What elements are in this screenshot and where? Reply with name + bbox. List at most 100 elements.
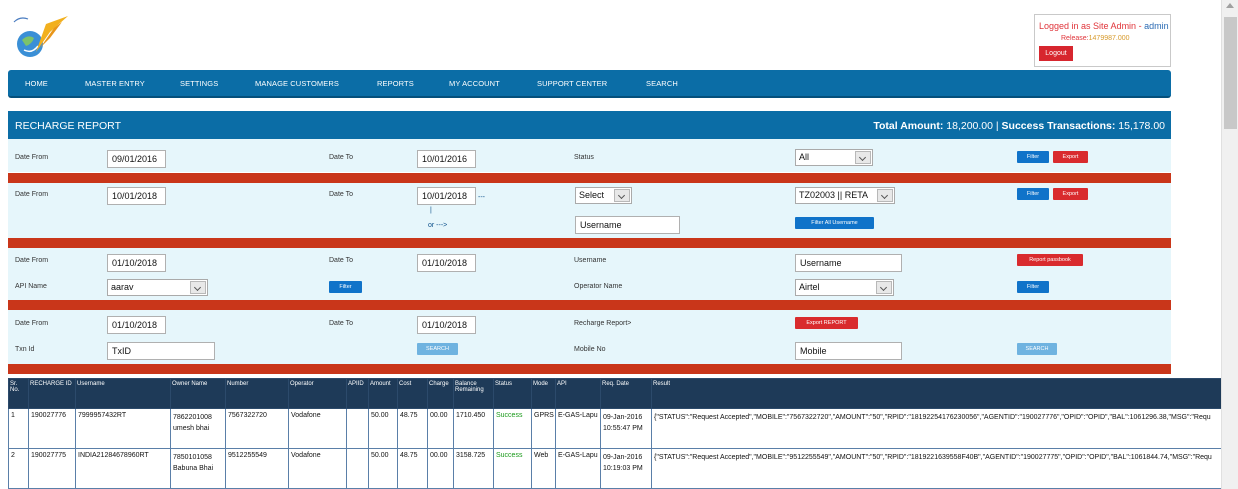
nav-manage-customers[interactable]: MANAGE CUSTOMERS — [255, 79, 339, 88]
user-type-select[interactable]: Select — [575, 187, 632, 204]
filter-all-username-button[interactable]: Filter All Username — [795, 217, 874, 229]
username-input[interactable]: Username — [795, 254, 902, 272]
col-header[interactable]: Mode — [531, 378, 556, 409]
mobile-search-button[interactable]: SEARCH — [1017, 343, 1057, 355]
operator-name-select[interactable]: Airtel — [795, 279, 894, 296]
chevron-down-icon — [876, 281, 892, 294]
cell-recharge-id: 190027775 — [28, 448, 76, 489]
status-success: Success — [496, 412, 523, 419]
col-header[interactable]: Req. Date — [600, 378, 652, 409]
table-row: 1 190027776 7999957432RT 7862201008 umes… — [8, 408, 1221, 449]
date-to-label: Date To — [329, 257, 353, 264]
col-header[interactable]: Cost — [397, 378, 428, 409]
cell-date: 09-Jan-2016 10:55:47 PM — [600, 408, 652, 449]
status-export-button[interactable]: Export — [1053, 151, 1088, 163]
status-select[interactable]: All — [795, 149, 873, 166]
company-logo — [13, 16, 68, 57]
page: Logged in as Site Admin - admin Release:… — [0, 0, 1238, 489]
login-info-box: Logged in as Site Admin - admin Release:… — [1034, 14, 1171, 67]
cell-result: {"STATUS":"Request Accepted","MOBILE":"9… — [651, 448, 1221, 489]
col-header[interactable]: RECHARGE ID — [28, 378, 76, 409]
status-success: Success — [496, 452, 523, 459]
cell-operator: Vodafone — [288, 448, 347, 489]
operator-name-label: Operator Name — [574, 283, 623, 290]
api-name-select[interactable]: aarav — [107, 279, 208, 296]
mobile-no-label: Mobile No — [574, 346, 606, 353]
export-report-button[interactable]: Export REPORT — [795, 317, 858, 329]
date-to-input[interactable]: 10/01/2018 — [417, 187, 476, 205]
nav-master-entry[interactable]: MASTER ENTRY — [85, 79, 145, 88]
col-header[interactable]: Balance Remaining — [453, 378, 494, 409]
col-header[interactable]: Number — [225, 378, 289, 409]
date-to-input[interactable]: 01/10/2018 — [417, 316, 476, 334]
cell-charge: 00.00 — [427, 448, 454, 489]
username-filter-button[interactable]: Filter — [1017, 188, 1049, 200]
cell-username: 7999957432RT — [75, 408, 171, 449]
cell-username: INDIA21284678960RT — [75, 448, 171, 489]
report-passbook-button[interactable]: Report passbook — [1017, 254, 1083, 266]
operator-filter-button[interactable]: Filter — [1017, 281, 1049, 293]
cell-amount: 50.00 — [368, 408, 398, 449]
nav-search[interactable]: SEARCH — [646, 79, 678, 88]
col-header[interactable]: APIID — [346, 378, 369, 409]
chevron-down-icon — [614, 189, 630, 202]
username-export-button[interactable]: Export — [1053, 188, 1088, 200]
col-header[interactable]: Operator — [288, 378, 347, 409]
cell-operator: Vodafone — [288, 408, 347, 449]
recharge-table-container: Sr. No. RECHARGE ID Username Owner Name … — [8, 378, 1221, 489]
retailer-select[interactable]: TZ02003 || RETA — [795, 187, 895, 204]
txn-id-input[interactable]: TxID — [107, 342, 215, 360]
col-header[interactable]: Status — [493, 378, 532, 409]
cell-balance: 1710.450 — [453, 408, 494, 449]
date-to-label: Date To — [329, 191, 353, 198]
date-from-input[interactable]: 01/10/2018 — [107, 316, 166, 334]
pipe-divider: | — [430, 207, 432, 214]
nav-my-account[interactable]: MY ACCOUNT — [449, 79, 500, 88]
scroll-up-arrow-icon[interactable] — [1226, 3, 1234, 8]
admin-username: admin — [1144, 21, 1169, 31]
txn-search-button[interactable]: SEARCH — [417, 343, 458, 355]
mobile-input[interactable]: Mobile — [795, 342, 902, 360]
cell-api: E-GAS-Lapu — [555, 408, 601, 449]
logout-button[interactable]: Logout — [1039, 46, 1073, 61]
nav-reports[interactable]: REPORTS — [377, 79, 414, 88]
chevron-down-icon — [190, 281, 206, 294]
col-header[interactable]: Result — [651, 378, 1221, 409]
col-header[interactable]: API — [555, 378, 601, 409]
cell-api: E-GAS-Lapu — [555, 448, 601, 489]
or-arrow-label: or ---> — [428, 222, 448, 229]
col-header[interactable]: Username — [75, 378, 171, 409]
separator — [8, 238, 1171, 248]
cell-sr: 2 — [8, 448, 29, 489]
nav-home[interactable]: HOME — [25, 79, 48, 88]
date-from-input[interactable]: 01/10/2018 — [107, 254, 166, 272]
chevron-down-icon — [855, 151, 871, 164]
status-filter-button[interactable]: Filter — [1017, 151, 1049, 163]
main-navbar: HOME MASTER ENTRY SETTINGS MANAGE CUSTOM… — [8, 70, 1171, 98]
date-to-input[interactable]: 01/10/2018 — [417, 254, 476, 272]
cell-sr: 1 — [8, 408, 29, 449]
cell-owner: 7850101058 Babuna Bhai — [170, 448, 226, 489]
nav-settings[interactable]: SETTINGS — [180, 79, 218, 88]
col-header[interactable]: Amount — [368, 378, 398, 409]
report-title: RECHARGE REPORT — [15, 120, 121, 132]
vertical-scrollbar[interactable] — [1221, 0, 1238, 489]
cell-number: 9512255549 — [225, 448, 289, 489]
scrollbar-thumb[interactable] — [1224, 17, 1237, 129]
date-to-input[interactable]: 10/01/2016 — [417, 150, 476, 168]
username-input[interactable]: Username — [575, 216, 680, 234]
col-header[interactable]: Charge — [427, 378, 454, 409]
date-from-input[interactable]: 10/01/2018 — [107, 187, 166, 205]
cell-owner: 7862201008 umesh bhai — [170, 408, 226, 449]
separator — [8, 364, 1171, 374]
separator — [8, 173, 1171, 183]
date-from-label: Date From — [15, 154, 49, 161]
date-from-input[interactable]: 09/01/2016 — [107, 150, 166, 168]
nav-support-center[interactable]: SUPPORT CENTER — [537, 79, 607, 88]
col-header[interactable]: Owner Name — [170, 378, 226, 409]
username-label: Username — [574, 257, 607, 264]
col-header[interactable]: Sr. No. — [8, 378, 29, 409]
cell-apiid — [346, 448, 369, 489]
api-filter-button[interactable]: Filter — [329, 281, 362, 293]
cell-mode: GPRS — [531, 408, 556, 449]
